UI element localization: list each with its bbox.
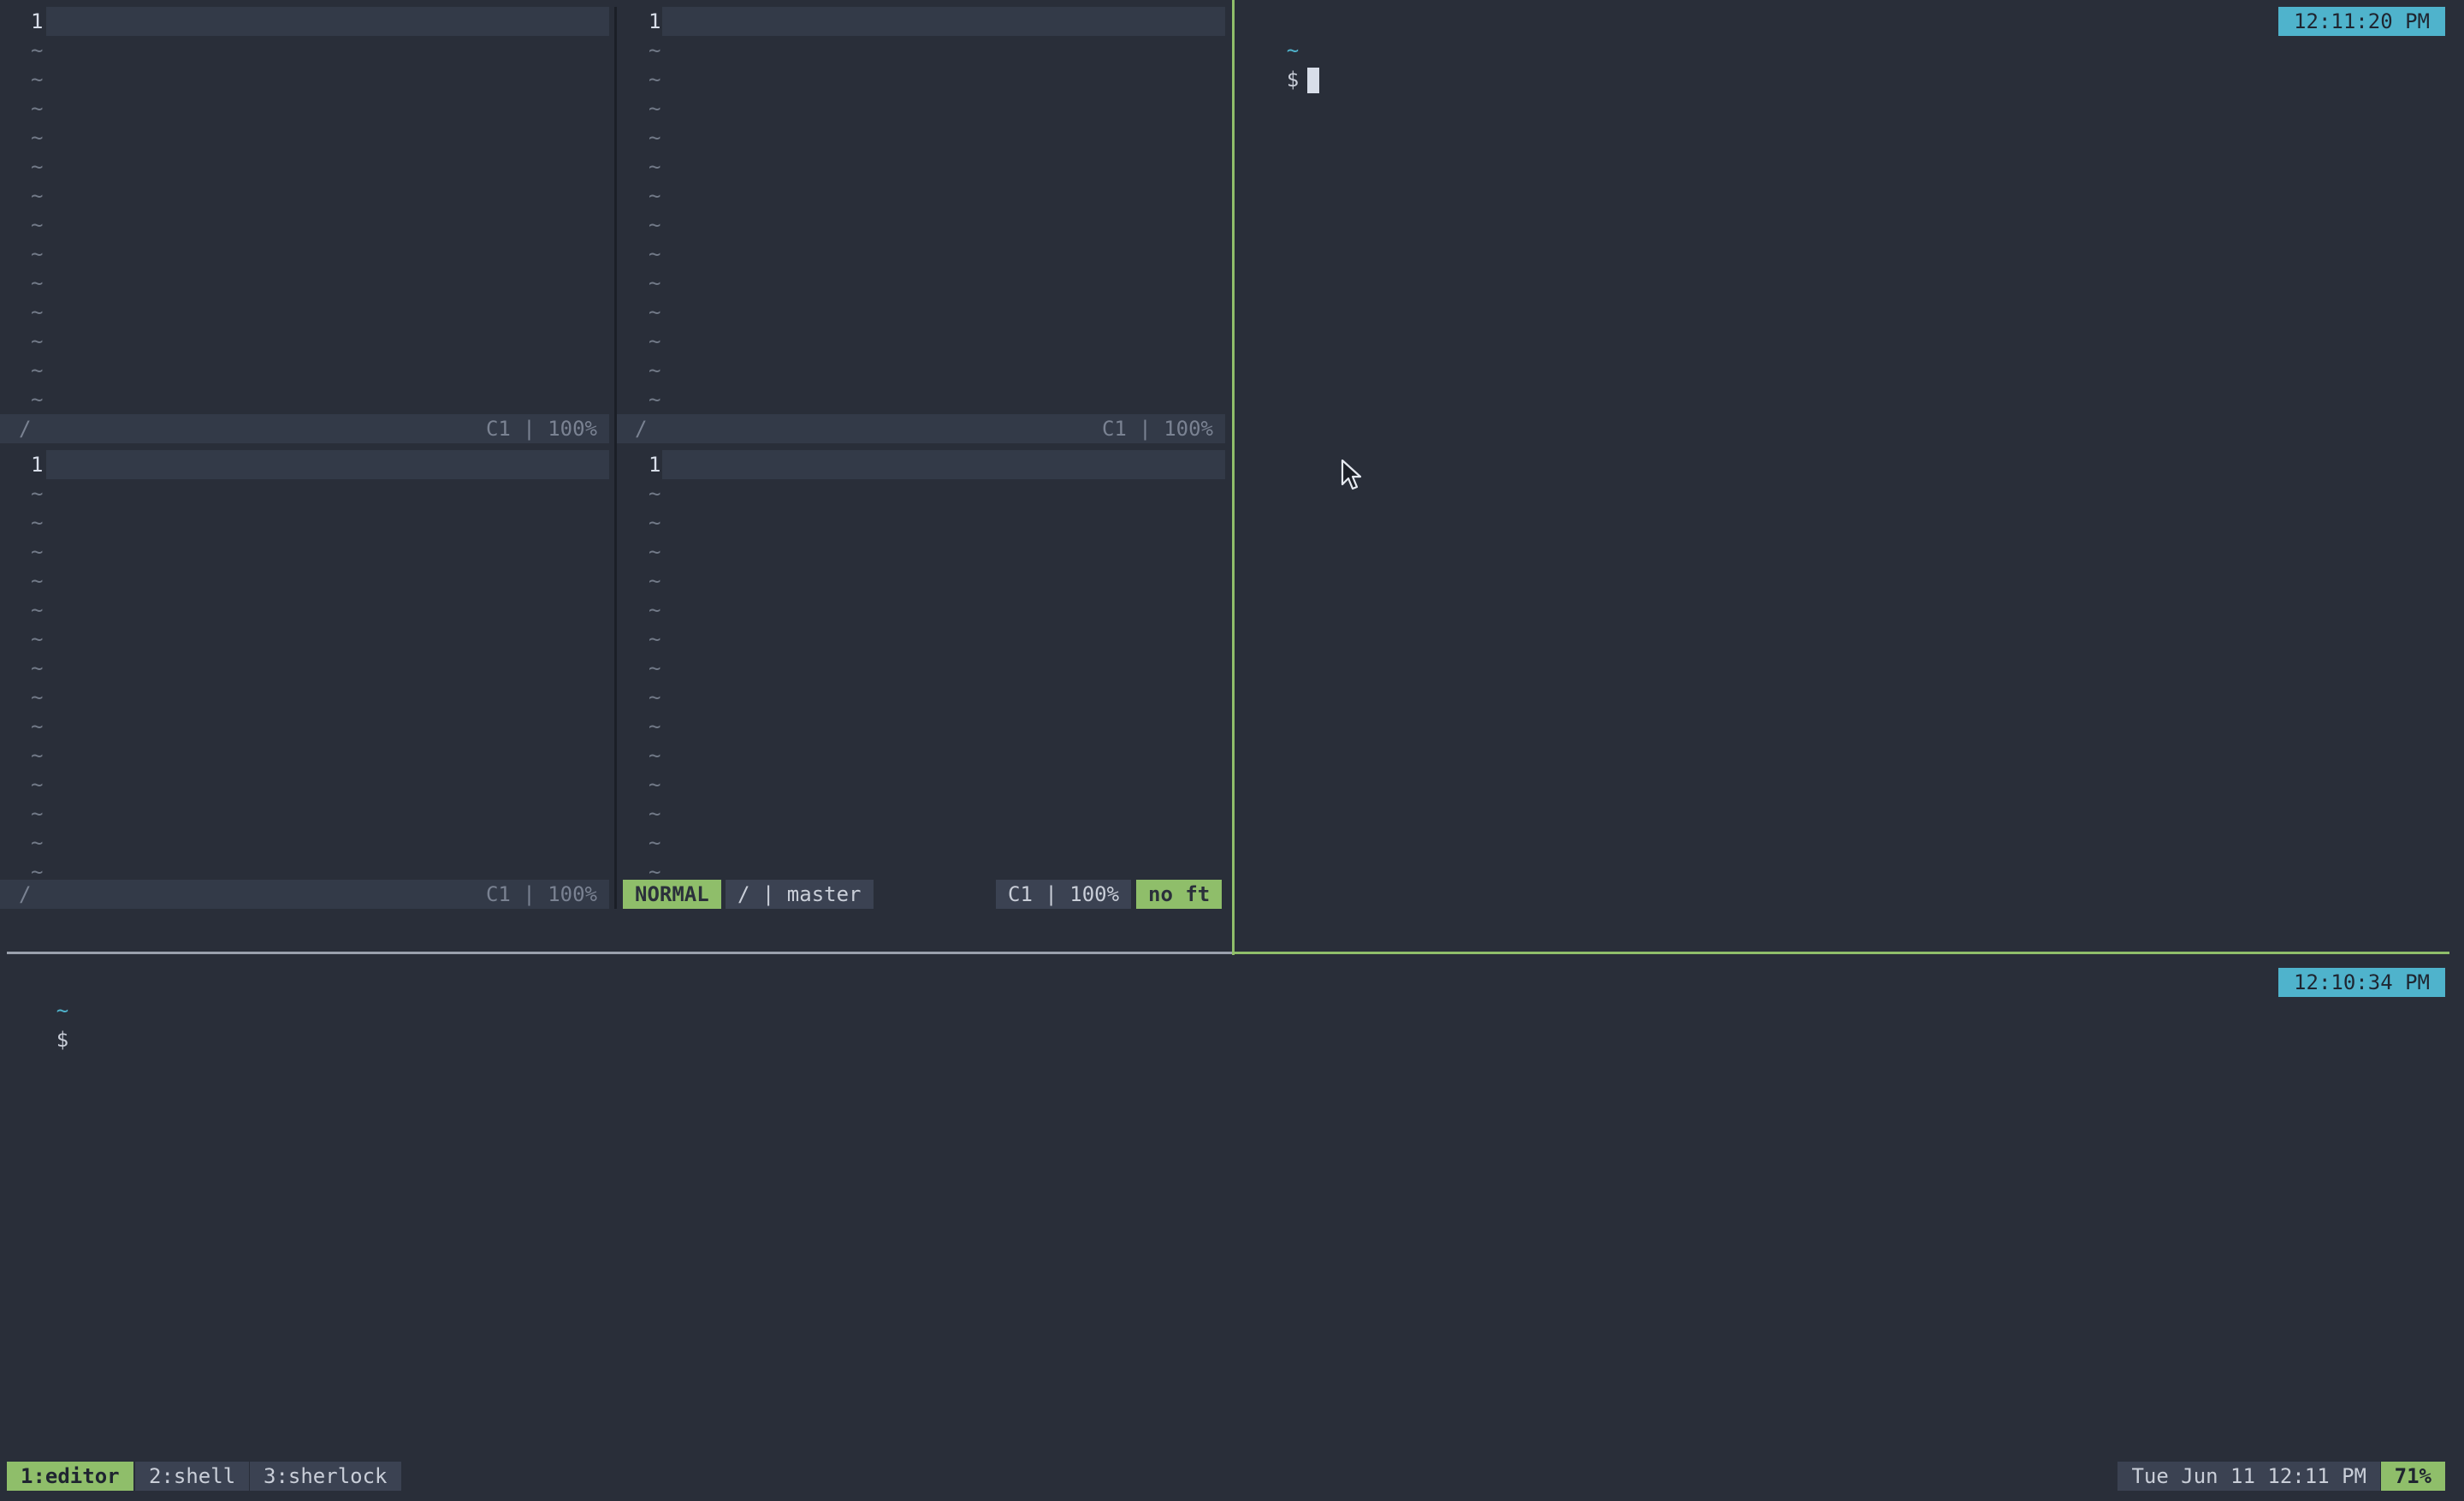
text-cursor <box>1307 68 1320 93</box>
statusline-path: / <box>19 417 32 441</box>
prompt-tilde: ~ <box>56 999 69 1023</box>
prompt-dollar: $ <box>1286 68 1300 92</box>
empty-line-markers: ~ ~ ~ ~ ~ ~ ~ ~ ~ ~ ~ ~ ~ <box>649 39 661 412</box>
statusline-bottom-left: / C1 | 100% <box>0 880 609 909</box>
tmux-window-shell[interactable]: 2:shell <box>135 1462 250 1491</box>
vim-pane-top-left[interactable]: 1 ~ ~ ~ ~ ~ ~ ~ ~ ~ ~ ~ ~ ~ <box>0 0 609 414</box>
tmux-pane-border-horizontal[interactable] <box>7 952 1232 954</box>
clock-badge-top: 12:11:20 PM <box>2278 7 2445 36</box>
vim-pane-top-right[interactable]: 1 ~ ~ ~ ~ ~ ~ ~ ~ ~ ~ ~ ~ ~ <box>616 0 1225 414</box>
prompt-dollar: $ <box>56 1028 69 1052</box>
statusline-active: NORMAL / | master C1 | 100% no ft <box>613 880 1227 909</box>
cursor-line <box>662 450 1225 479</box>
tmux-pane-border-vertical[interactable] <box>1232 0 1235 955</box>
statusline-position: C1 | 100% <box>996 880 1132 909</box>
statusline-path: / <box>19 882 32 906</box>
tmux-window-editor[interactable]: 1:editor <box>7 1462 133 1491</box>
vim-vsplit-divider <box>614 7 617 909</box>
line-number: 1 <box>31 453 44 477</box>
tmux-pane-border-horizontal-active[interactable] <box>1235 952 2449 954</box>
statusline-path: / <box>635 417 648 441</box>
empty-line-markers: ~ ~ ~ ~ ~ ~ ~ ~ ~ ~ ~ ~ ~ ~ <box>649 482 661 880</box>
tmux-battery: 71% <box>2380 1462 2445 1491</box>
line-number: 1 <box>31 9 44 33</box>
statusline-position: C1 | 100% <box>1101 417 1213 441</box>
empty-line-markers: ~ ~ ~ ~ ~ ~ ~ ~ ~ ~ ~ ~ ~ <box>31 39 44 412</box>
vim-pane-bottom-right[interactable]: 1 ~ ~ ~ ~ ~ ~ ~ ~ ~ ~ ~ ~ ~ ~ <box>616 443 1225 880</box>
statusline-top-right: / C1 | 100% <box>616 414 1225 443</box>
shell-pane-top-right[interactable]: ~ $ <box>1237 7 2452 948</box>
cursor-line <box>46 7 609 36</box>
mouse-pointer-icon <box>1341 459 1363 496</box>
shell-prompt: ~ $ <box>1237 7 1320 123</box>
cursor-line <box>662 7 1225 36</box>
statusline-path-branch: / | master <box>726 880 874 909</box>
empty-line-markers: ~ ~ ~ ~ ~ ~ ~ ~ ~ ~ ~ ~ ~ ~ <box>31 482 44 884</box>
statusline-filetype: no ft <box>1136 880 1223 909</box>
prompt-tilde: ~ <box>1286 39 1300 62</box>
clock-badge-bottom: 12:10:34 PM <box>2278 968 2445 997</box>
tmux-datetime: Tue Jun 11 12:11 PM <box>2118 1462 2380 1491</box>
cursor-line <box>46 450 609 479</box>
vim-pane-bottom-left[interactable]: 1 ~ ~ ~ ~ ~ ~ ~ ~ ~ ~ ~ ~ ~ ~ <box>0 443 609 897</box>
line-number: 1 <box>649 9 661 33</box>
tmux-status-bar: 1:editor 2:shell 3:sherlock Tue Jun 11 1… <box>0 1462 2464 1491</box>
line-number: 1 <box>649 453 661 477</box>
tmux-window-sherlock[interactable]: 3:sherlock <box>250 1462 401 1491</box>
statusline-top-left: / C1 | 100% <box>0 414 609 443</box>
vim-mode-indicator: NORMAL <box>623 880 721 909</box>
shell-prompt: ~ $ <box>7 967 68 1083</box>
statusline-position: C1 | 100% <box>485 417 597 441</box>
statusline-position: C1 | 100% <box>485 882 597 906</box>
shell-pane-bottom[interactable]: ~ $ <box>0 967 2464 1446</box>
